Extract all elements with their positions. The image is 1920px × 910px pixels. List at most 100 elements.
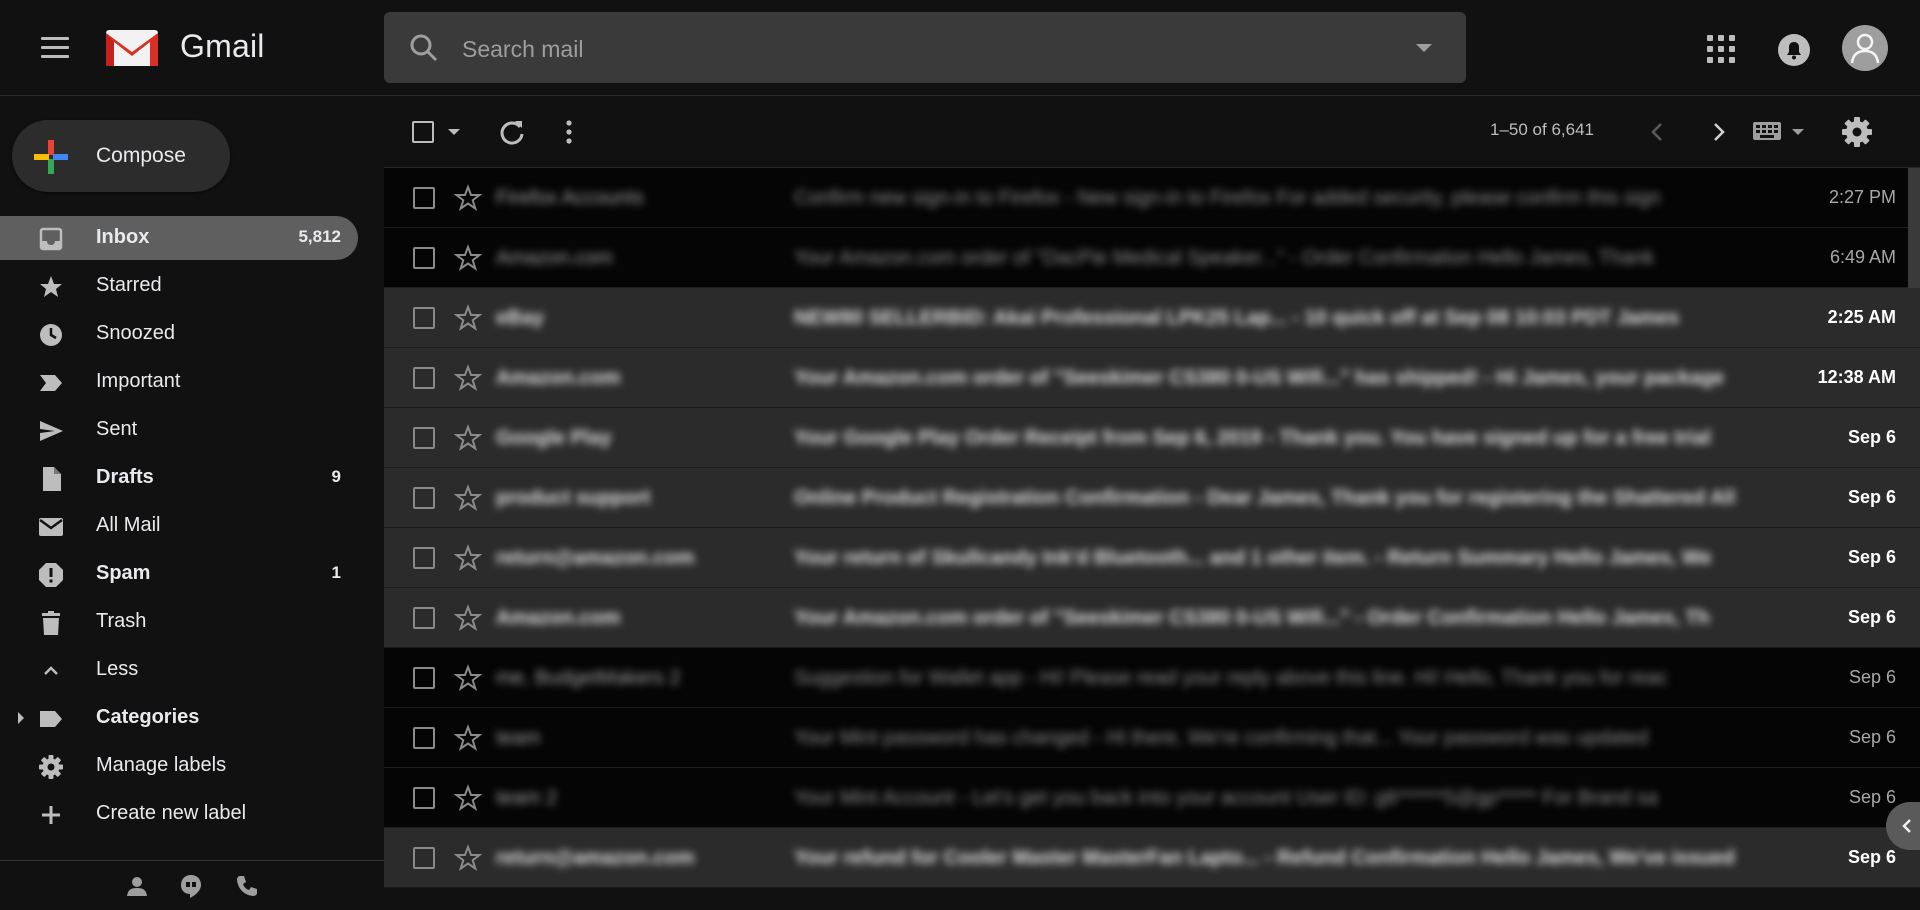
select-options-icon[interactable] bbox=[448, 129, 460, 135]
email-sender: Amazon.com bbox=[496, 367, 621, 389]
more-options-icon[interactable] bbox=[564, 118, 574, 146]
star-icon[interactable] bbox=[454, 244, 482, 272]
email-date: 6:49 AM bbox=[1829, 247, 1896, 267]
select-all-checkbox[interactable] bbox=[412, 121, 434, 143]
star-icon[interactable] bbox=[454, 844, 482, 872]
email-row[interactable]: Amazon.com Your Amazon.com order of "DacP… bbox=[384, 228, 1920, 288]
star-icon[interactable] bbox=[454, 184, 482, 212]
email-row[interactable]: product support Online Product Registrati… bbox=[384, 468, 1920, 528]
mail-list: Firefox Accounts Confirm new sign-in to F… bbox=[384, 168, 1920, 910]
account-avatar[interactable] bbox=[1842, 25, 1888, 71]
notifications-icon[interactable] bbox=[1776, 32, 1812, 68]
chevron-left-icon[interactable] bbox=[1644, 118, 1672, 146]
email-row[interactable]: team Your Mint password has changed - Hi … bbox=[384, 708, 1920, 768]
email-select-checkbox[interactable] bbox=[413, 307, 435, 329]
sidebar-item-sent[interactable]: Sent bbox=[0, 408, 358, 452]
email-select-checkbox[interactable] bbox=[413, 487, 435, 509]
email-select-checkbox[interactable] bbox=[413, 367, 435, 389]
email-row[interactable]: team 2 Your Mint Account - Let's get you … bbox=[384, 768, 1920, 828]
star-icon[interactable] bbox=[454, 604, 482, 632]
email-sender: product support bbox=[496, 487, 651, 509]
sidebar-item-drafts[interactable]: Drafts 9 bbox=[0, 456, 358, 500]
gear-icon bbox=[39, 755, 63, 779]
email-subject: Your Amazon.com order of "DacPie Medical… bbox=[794, 247, 1655, 269]
email-sender: return@amazon.com bbox=[496, 547, 695, 569]
expand-arrow-icon[interactable] bbox=[16, 711, 26, 725]
email-select-checkbox[interactable] bbox=[413, 427, 435, 449]
inbox-icon bbox=[39, 227, 63, 251]
star-icon[interactable] bbox=[454, 484, 482, 512]
star-icon[interactable] bbox=[454, 784, 482, 812]
email-row[interactable]: eBay NEW80 SELLERBID: Akai Professional L… bbox=[384, 288, 1920, 348]
email-subject: Your Amazon.com order of "Seeskimer CS38… bbox=[794, 607, 1710, 629]
email-sender: Amazon.com bbox=[496, 247, 613, 269]
star-icon[interactable] bbox=[454, 424, 482, 452]
sidebar-item-less[interactable]: Less bbox=[0, 648, 358, 692]
keyboard-icon[interactable] bbox=[1752, 120, 1808, 144]
email-date: 2:27 PM bbox=[1828, 187, 1896, 207]
sidebar-item-all-mail[interactable]: All Mail bbox=[0, 504, 358, 548]
search-input[interactable]: Search mail bbox=[462, 36, 583, 63]
main-menu-icon[interactable] bbox=[30, 28, 78, 68]
compose-button[interactable]: Compose bbox=[12, 120, 230, 192]
email-select-checkbox[interactable] bbox=[413, 547, 435, 569]
spam-icon bbox=[39, 563, 63, 587]
email-row[interactable]: Firefox Accounts Confirm new sign-in to F… bbox=[384, 168, 1920, 228]
trash-icon bbox=[42, 611, 60, 635]
star-icon[interactable] bbox=[454, 724, 482, 752]
refresh-icon[interactable] bbox=[498, 118, 526, 146]
sidebar-item-manage-labels[interactable]: Manage labels bbox=[0, 744, 358, 788]
sidebar-item-snoozed[interactable]: Snoozed bbox=[0, 312, 358, 356]
contacts-icon[interactable] bbox=[124, 873, 150, 899]
star-icon[interactable] bbox=[454, 544, 482, 572]
email-select-checkbox[interactable] bbox=[413, 247, 435, 269]
email-select-checkbox[interactable] bbox=[413, 187, 435, 209]
email-subject: Your Google Play Order Receipt from Sep … bbox=[794, 427, 1711, 449]
scrollbar-thumb[interactable] bbox=[1908, 168, 1920, 288]
email-select-checkbox[interactable] bbox=[413, 847, 435, 869]
hangouts-bar bbox=[0, 860, 384, 910]
email-date: Sep 6 bbox=[1847, 547, 1896, 567]
email-sender: team 2 bbox=[496, 787, 558, 809]
plus-icon bbox=[42, 806, 60, 824]
search-bar[interactable]: Search mail bbox=[384, 12, 1466, 83]
apps-grid-icon[interactable] bbox=[1706, 34, 1738, 66]
phone-icon[interactable] bbox=[234, 873, 260, 899]
email-select-checkbox[interactable] bbox=[413, 667, 435, 689]
sidebar-item-label: Important bbox=[96, 370, 181, 392]
email-row[interactable]: return@amazon.com Your return of Skullcan… bbox=[384, 528, 1920, 588]
email-row[interactable]: Amazon.com Your Amazon.com order of "Sees… bbox=[384, 348, 1920, 408]
email-select-checkbox[interactable] bbox=[413, 607, 435, 629]
email-sender: return@amazon.com bbox=[496, 847, 695, 869]
email-row[interactable]: Google Play Your Google Play Order Receip… bbox=[384, 408, 1920, 468]
email-select-checkbox[interactable] bbox=[413, 787, 435, 809]
sidebar-item-inbox[interactable]: Inbox 5,812 bbox=[0, 216, 358, 260]
sidebar-item-count: 5,812 bbox=[298, 227, 341, 246]
gmail-logo-icon[interactable] bbox=[104, 26, 160, 70]
star-icon[interactable] bbox=[454, 304, 482, 332]
hangouts-icon[interactable] bbox=[178, 873, 204, 899]
sidebar-item-trash[interactable]: Trash bbox=[0, 600, 358, 644]
star-icon[interactable] bbox=[454, 664, 482, 692]
star-icon bbox=[40, 276, 62, 297]
chevron-up-icon bbox=[44, 666, 58, 675]
sidebar-item-important[interactable]: Important bbox=[0, 360, 358, 404]
sidebar-item-spam[interactable]: Spam 1 bbox=[0, 552, 358, 596]
chevron-right-icon[interactable] bbox=[1704, 118, 1732, 146]
search-icon[interactable] bbox=[408, 32, 440, 64]
email-select-checkbox[interactable] bbox=[413, 727, 435, 749]
sidebar-item-categories[interactable]: Categories bbox=[0, 696, 358, 740]
sidebar-item-create-new-label[interactable]: Create new label bbox=[0, 792, 358, 836]
email-row[interactable]: Amazon.com Your Amazon.com order of "Sees… bbox=[384, 588, 1920, 648]
sidebar-item-starred[interactable]: Starred bbox=[0, 264, 358, 308]
star-icon[interactable] bbox=[454, 364, 482, 392]
settings-gear-icon[interactable] bbox=[1841, 116, 1873, 148]
sidebar-item-label: Create new label bbox=[96, 802, 247, 824]
search-options-icon[interactable] bbox=[1416, 44, 1432, 52]
email-row[interactable]: me, BudgetMakers 2 Suggestion for Wallet … bbox=[384, 648, 1920, 708]
top-bar: Gmail Search mail bbox=[0, 0, 1920, 96]
sidebar-item-label: Spam bbox=[96, 562, 151, 584]
sidebar-item-label: Categories bbox=[96, 706, 200, 728]
side-panel-toggle[interactable] bbox=[1886, 802, 1920, 850]
email-row[interactable]: return@amazon.com Your refund for Cooler … bbox=[384, 828, 1920, 888]
